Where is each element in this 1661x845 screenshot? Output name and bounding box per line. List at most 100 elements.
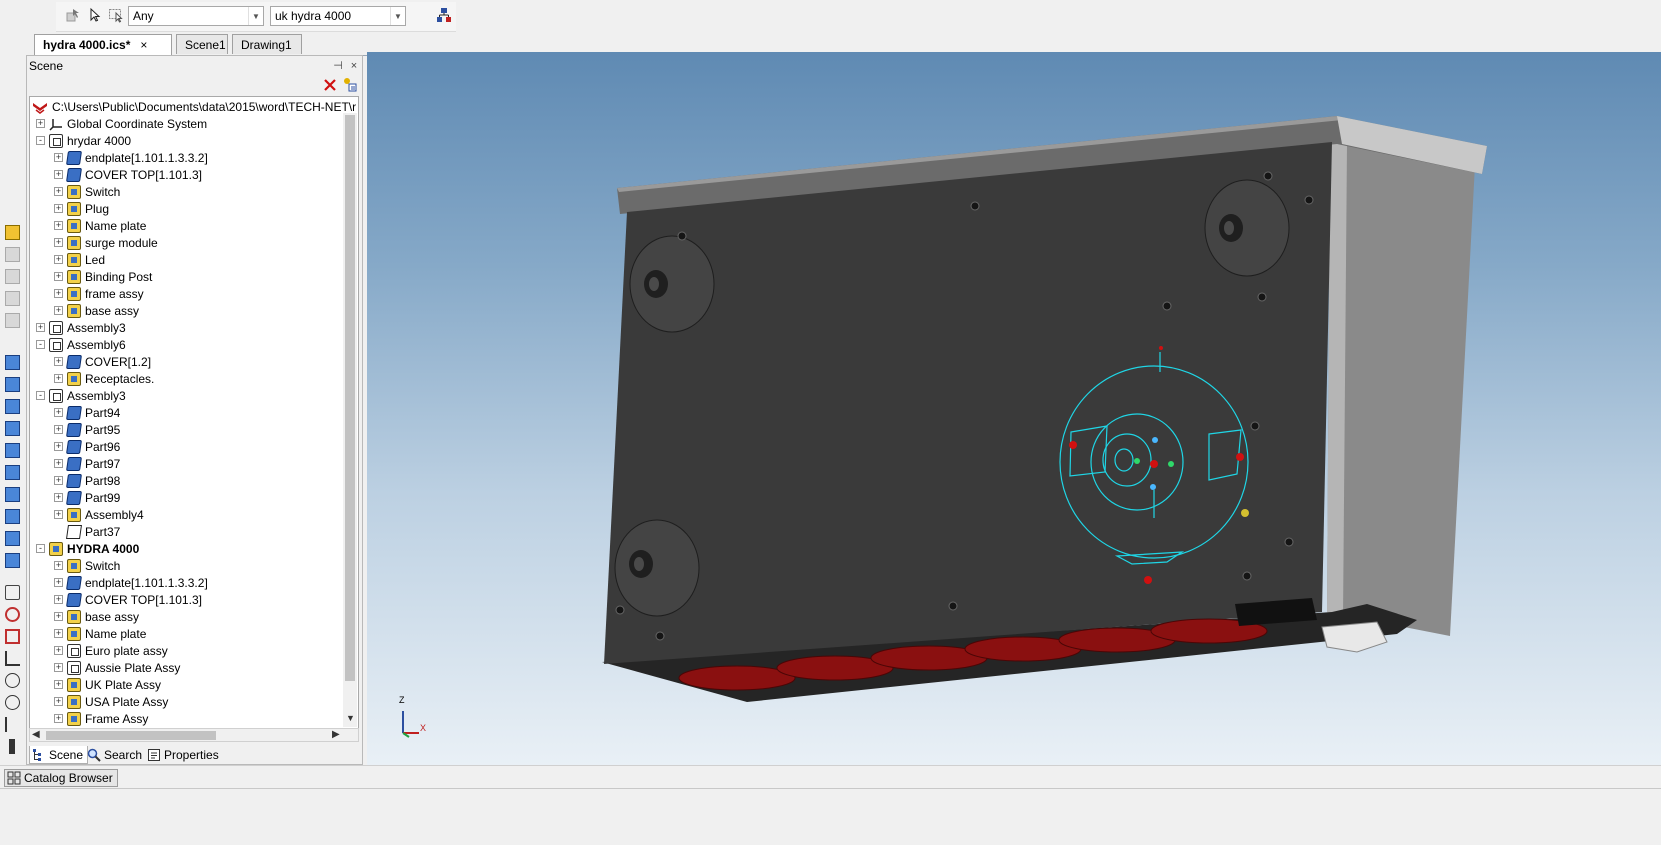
scroll-left-icon[interactable]: ◀ bbox=[32, 729, 40, 740]
tree-options-icon[interactable] bbox=[342, 77, 358, 93]
disabled-tool-icon[interactable] bbox=[5, 269, 20, 284]
tree-item[interactable]: + endplate[1.101.1.3.3.2] bbox=[54, 574, 208, 591]
horizontal-scrollbar[interactable]: ◀ ▶ bbox=[29, 728, 359, 742]
expand-icon[interactable]: + bbox=[36, 323, 45, 332]
expand-icon[interactable]: + bbox=[54, 714, 63, 723]
expand-icon[interactable]: + bbox=[54, 595, 63, 604]
filter-select[interactable]: Any ▼ bbox=[128, 6, 264, 26]
tree-item[interactable]: + Global Coordinate System bbox=[36, 115, 207, 132]
expand-icon[interactable]: + bbox=[54, 612, 63, 621]
tree-item[interactable]: + Switch bbox=[54, 557, 120, 574]
tree-item[interactable]: + Receptacles. bbox=[54, 370, 154, 387]
scroll-down-icon[interactable]: ▼ bbox=[346, 713, 355, 723]
clear-filter-icon[interactable] bbox=[323, 78, 337, 92]
slot-shape-icon[interactable] bbox=[5, 399, 20, 414]
tree-item[interactable]: + Name plate bbox=[54, 625, 146, 642]
tab-search[interactable]: Search bbox=[87, 746, 142, 763]
tree-item[interactable]: Part37 bbox=[54, 523, 120, 540]
flange-shape-icon[interactable] bbox=[5, 509, 20, 524]
measure-icon[interactable] bbox=[5, 585, 20, 600]
expand-icon[interactable]: + bbox=[54, 272, 63, 281]
expand-icon[interactable]: + bbox=[54, 187, 63, 196]
collapse-icon[interactable]: - bbox=[36, 544, 45, 553]
tree-item[interactable]: + Aussie Plate Assy bbox=[54, 659, 180, 676]
scroll-right-icon[interactable]: ▶ bbox=[332, 729, 340, 740]
tree-item[interactable]: + Plug bbox=[54, 200, 109, 217]
expand-icon[interactable]: + bbox=[54, 561, 63, 570]
expand-icon[interactable]: + bbox=[54, 221, 63, 230]
collapse-icon[interactable]: - bbox=[36, 136, 45, 145]
expand-icon[interactable]: + bbox=[54, 680, 63, 689]
tree-item[interactable]: + Part99 bbox=[54, 489, 120, 506]
punch-shape-icon[interactable] bbox=[5, 531, 20, 546]
expand-icon[interactable]: + bbox=[54, 697, 63, 706]
tree-item[interactable]: - Assembly6 bbox=[36, 336, 126, 353]
sheet-shape-icon[interactable] bbox=[5, 465, 20, 480]
tree-item[interactable]: + Part97 bbox=[54, 455, 120, 472]
expand-icon[interactable]: + bbox=[36, 119, 45, 128]
hole-shape-icon[interactable] bbox=[5, 421, 20, 436]
tree-item[interactable]: + Euro plate assy bbox=[54, 642, 168, 659]
tree-item[interactable]: + USA Plate Assy bbox=[54, 693, 168, 710]
no-entry-icon[interactable] bbox=[5, 695, 20, 710]
expand-icon[interactable]: + bbox=[54, 374, 63, 383]
horizontal-scroll-thumb[interactable] bbox=[46, 731, 216, 740]
stamp-shape-icon[interactable] bbox=[5, 553, 20, 568]
disabled-tool-icon[interactable] bbox=[5, 247, 20, 262]
expand-icon[interactable]: + bbox=[54, 510, 63, 519]
tab-drawing1[interactable]: Drawing1 bbox=[232, 34, 302, 54]
tree-item[interactable]: + COVER[1.2] bbox=[54, 353, 151, 370]
tab-scene[interactable]: Scene bbox=[29, 746, 89, 764]
expand-icon[interactable]: + bbox=[54, 408, 63, 417]
model-render[interactable] bbox=[367, 52, 1661, 765]
expand-icon[interactable]: + bbox=[54, 357, 63, 366]
select-arrow-icon[interactable] bbox=[86, 6, 104, 24]
pin-icon[interactable]: ⊣ bbox=[330, 59, 346, 72]
tab-properties[interactable]: Properties bbox=[147, 746, 219, 763]
section-icon[interactable] bbox=[5, 629, 20, 644]
tree-item[interactable]: + base assy bbox=[54, 608, 139, 625]
select-box-icon[interactable] bbox=[107, 6, 125, 24]
expand-icon[interactable]: + bbox=[54, 170, 63, 179]
expand-icon[interactable]: + bbox=[54, 578, 63, 587]
tree-item[interactable]: + Part98 bbox=[54, 472, 120, 489]
expand-icon[interactable]: + bbox=[54, 476, 63, 485]
collapse-icon[interactable]: - bbox=[36, 391, 45, 400]
tree-item[interactable]: - HYDRA 4000 bbox=[36, 540, 139, 557]
tree-item[interactable]: + Assembly4 bbox=[54, 506, 144, 523]
bend-shape-icon[interactable] bbox=[5, 487, 20, 502]
block-shape-icon[interactable] bbox=[5, 355, 20, 370]
extrude-shape-icon[interactable] bbox=[5, 443, 20, 458]
circle-tool-icon[interactable] bbox=[5, 673, 20, 688]
expand-icon[interactable]: + bbox=[54, 153, 63, 162]
tree-item[interactable]: + Binding Post bbox=[54, 268, 152, 285]
expand-icon[interactable]: + bbox=[54, 289, 63, 298]
ruler-icon[interactable] bbox=[9, 739, 15, 754]
tree-item[interactable]: + COVER TOP[1.101.3] bbox=[54, 166, 202, 183]
tree-item[interactable]: + Led bbox=[54, 251, 105, 268]
line-tool-icon[interactable] bbox=[5, 717, 20, 732]
tree-item[interactable]: + COVER TOP[1.101.3] bbox=[54, 591, 202, 608]
tree-item[interactable]: + Switch bbox=[54, 183, 120, 200]
visibility-icon[interactable] bbox=[5, 607, 20, 622]
expand-icon[interactable]: + bbox=[54, 425, 63, 434]
expand-icon[interactable]: + bbox=[54, 646, 63, 655]
tree-item[interactable]: + frame assy bbox=[54, 285, 144, 302]
tree-item[interactable]: + Name plate bbox=[54, 217, 146, 234]
disabled-tool-icon[interactable] bbox=[5, 291, 20, 306]
tree-item[interactable]: + Part95 bbox=[54, 421, 120, 438]
collapse-icon[interactable]: - bbox=[36, 340, 45, 349]
cylinder-shape-icon[interactable] bbox=[5, 377, 20, 392]
3d-viewport[interactable]: Z X bbox=[367, 52, 1661, 765]
expand-icon[interactable]: + bbox=[54, 493, 63, 502]
catalog-browser-button[interactable]: Catalog Browser bbox=[4, 769, 118, 787]
expand-icon[interactable]: + bbox=[54, 238, 63, 247]
tree-item[interactable]: + UK Plate Assy bbox=[54, 676, 161, 693]
tree-item[interactable]: - Assembly3 bbox=[36, 387, 126, 404]
expand-icon[interactable]: + bbox=[54, 255, 63, 264]
expand-icon[interactable]: + bbox=[54, 629, 63, 638]
expand-icon[interactable]: + bbox=[54, 663, 63, 672]
tree-item[interactable]: + Part94 bbox=[54, 404, 120, 421]
tree-root-row[interactable]: C:\Users\Public\Documents\data\2015\word… bbox=[32, 98, 356, 115]
angle-icon[interactable] bbox=[5, 651, 20, 666]
